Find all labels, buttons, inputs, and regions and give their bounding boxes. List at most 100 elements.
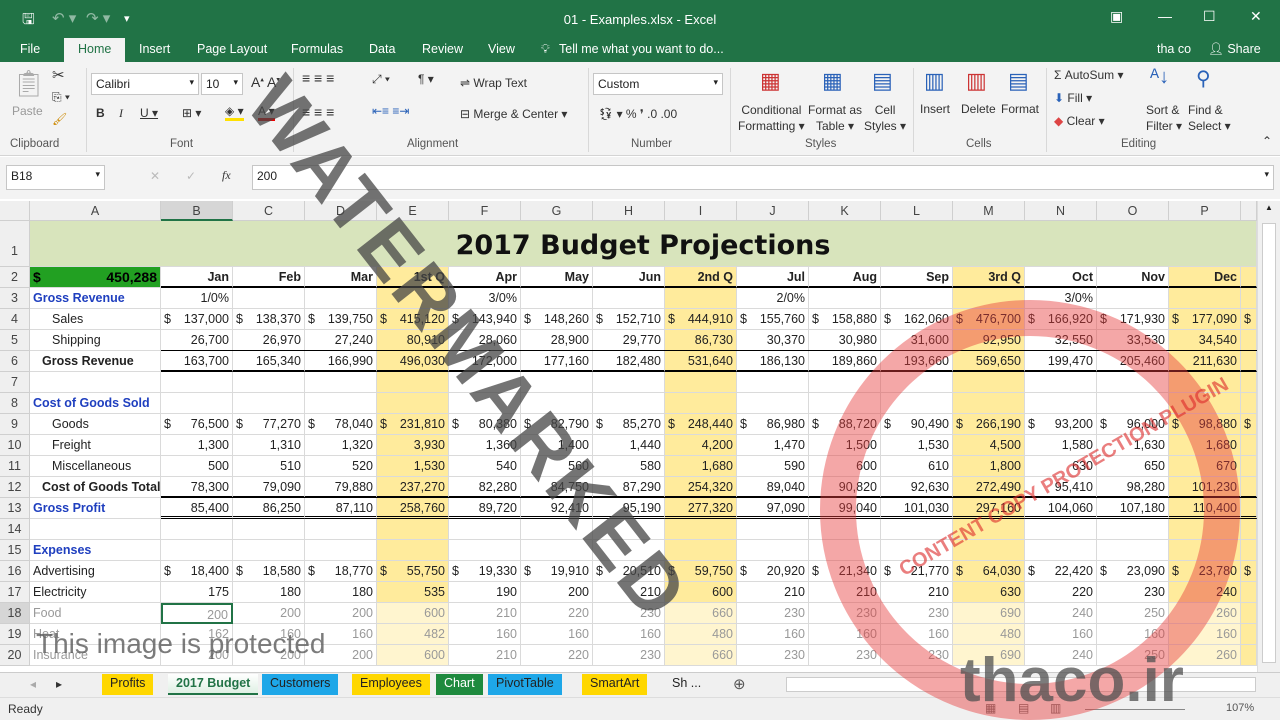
data-cell[interactable]: 258,760	[377, 498, 449, 519]
data-cell[interactable]: 86,250	[233, 498, 305, 519]
data-cell[interactable]: 199,470	[1025, 351, 1097, 372]
data-cell[interactable]: 205,460	[1097, 351, 1169, 372]
data-cell[interactable]: 1,470	[737, 435, 809, 456]
row-header-19[interactable]: 19	[0, 624, 30, 645]
data-cell[interactable]: $248,440	[665, 414, 737, 435]
data-cell[interactable]: 240	[1025, 645, 1097, 666]
data-cell[interactable]: 84,750	[521, 477, 593, 498]
partial-cell[interactable]: $	[1241, 561, 1257, 582]
column-header-O[interactable]: O	[1097, 201, 1169, 221]
row-header-13[interactable]: 13	[0, 498, 30, 519]
sheet-tab-chart[interactable]: Chart	[436, 674, 483, 695]
data-cell[interactable]	[665, 288, 737, 309]
data-cell[interactable]	[1097, 540, 1169, 561]
data-cell[interactable]: 230	[809, 645, 881, 666]
data-cell[interactable]: 480	[953, 624, 1025, 645]
row-label[interactable]: Cost of Goods Total	[30, 477, 161, 498]
data-cell[interactable]: 104,060	[1025, 498, 1097, 519]
row-label[interactable]: Gross Revenue	[30, 351, 161, 372]
partial-cell[interactable]	[1241, 330, 1257, 351]
data-cell[interactable]	[665, 372, 737, 393]
data-cell[interactable]: 28,060	[449, 330, 521, 351]
data-cell[interactable]: 28,900	[521, 330, 593, 351]
data-cell[interactable]	[1169, 540, 1241, 561]
data-cell[interactable]: 650	[1097, 456, 1169, 477]
data-cell[interactable]: 590	[737, 456, 809, 477]
data-cell[interactable]: 1,360	[449, 435, 521, 456]
data-cell[interactable]	[593, 288, 665, 309]
autosum-button[interactable]: Σ AutoSum ▾	[1054, 68, 1123, 82]
ribbon-display-icon[interactable]: ▣	[1110, 8, 1123, 25]
data-cell[interactable]: 3/0%	[1025, 288, 1097, 309]
data-cell[interactable]	[809, 288, 881, 309]
column-header-K[interactable]: K	[809, 201, 881, 221]
worksheet-grid[interactable]: A B C D E F G H I J K L M N O P 1 2 3 4 5 6 7 8 9 10 11 12 13 14 15 16 1…	[0, 201, 1257, 672]
data-cell[interactable]: 540	[449, 456, 521, 477]
data-cell[interactable]	[881, 519, 953, 540]
data-cell[interactable]	[161, 393, 233, 414]
month-header[interactable]: Jul	[737, 267, 809, 288]
data-cell[interactable]: 220	[521, 645, 593, 666]
partial-cell[interactable]	[1241, 393, 1257, 414]
data-cell[interactable]: 1,500	[809, 435, 881, 456]
maximize-icon[interactable]: ☐	[1203, 8, 1216, 25]
data-cell[interactable]	[737, 540, 809, 561]
data-cell[interactable]: 1,800	[953, 456, 1025, 477]
data-cell[interactable]: 690	[953, 603, 1025, 624]
data-cell[interactable]: $90,490	[881, 414, 953, 435]
data-cell[interactable]	[953, 393, 1025, 414]
row-header-16[interactable]: 16	[0, 561, 30, 582]
data-cell[interactable]: 200	[233, 645, 305, 666]
partial-cell[interactable]: $	[1241, 309, 1257, 330]
data-cell[interactable]: $444,910	[665, 309, 737, 330]
function-icon[interactable]: fx	[222, 168, 231, 183]
data-cell[interactable]: 162	[161, 624, 233, 645]
data-cell[interactable]: 600	[377, 603, 449, 624]
data-cell[interactable]: 110,400	[1169, 498, 1241, 519]
row-label[interactable]: Gross Revenue	[30, 288, 161, 309]
cancel-icon[interactable]: ✕	[150, 169, 160, 183]
page-layout-view-icon[interactable]: ▤	[1018, 701, 1029, 715]
data-cell[interactable]	[665, 519, 737, 540]
row-header-4[interactable]: 4	[0, 309, 30, 330]
row-label[interactable]: Heat	[30, 624, 161, 645]
data-cell[interactable]: 189,860	[809, 351, 881, 372]
data-cell[interactable]: 101,230	[1169, 477, 1241, 498]
partial-cell[interactable]: $	[1241, 414, 1257, 435]
data-cell[interactable]	[377, 519, 449, 540]
data-cell[interactable]: 496,030	[377, 351, 449, 372]
row-label[interactable]: Shipping	[30, 330, 161, 351]
data-cell[interactable]: 610	[881, 456, 953, 477]
data-cell[interactable]	[233, 519, 305, 540]
underline-button[interactable]: U ▾	[140, 106, 158, 120]
partial-cell[interactable]	[1241, 456, 1257, 477]
enter-icon[interactable]: ✓	[186, 169, 196, 183]
data-cell[interactable]: 1,680	[1169, 435, 1241, 456]
data-cell[interactable]: 180	[305, 582, 377, 603]
data-cell[interactable]	[593, 393, 665, 414]
data-cell[interactable]: 92,950	[953, 330, 1025, 351]
data-cell[interactable]	[1169, 519, 1241, 540]
data-cell[interactable]: 26,700	[161, 330, 233, 351]
partial-cell[interactable]	[1241, 624, 1257, 645]
data-cell[interactable]	[737, 372, 809, 393]
data-cell[interactable]	[521, 519, 593, 540]
data-cell[interactable]: 1,440	[593, 435, 665, 456]
sheet-tab-2017-budget[interactable]: 2017 Budget	[168, 674, 259, 695]
data-cell[interactable]: $266,190	[953, 414, 1025, 435]
row-label[interactable]: Electricity	[30, 582, 161, 603]
data-cell[interactable]	[305, 288, 377, 309]
indent-icon[interactable]: ⇤≡ ≡⇥	[372, 104, 409, 118]
format-as-table-button[interactable]: Format as Table ▾	[808, 102, 862, 134]
data-cell[interactable]: 630	[1025, 456, 1097, 477]
data-cell[interactable]	[593, 372, 665, 393]
fill-color-icon[interactable]: ◈ ▾	[225, 104, 244, 121]
data-cell[interactable]: 30,980	[809, 330, 881, 351]
column-header-C[interactable]: C	[233, 201, 305, 221]
column-header-F[interactable]: F	[449, 201, 521, 221]
data-cell[interactable]	[1097, 393, 1169, 414]
sheet-tab-customers[interactable]: Customers	[262, 674, 339, 695]
data-cell[interactable]: 240	[1025, 603, 1097, 624]
data-cell[interactable]: $231,810	[377, 414, 449, 435]
data-cell[interactable]: $86,980	[737, 414, 809, 435]
